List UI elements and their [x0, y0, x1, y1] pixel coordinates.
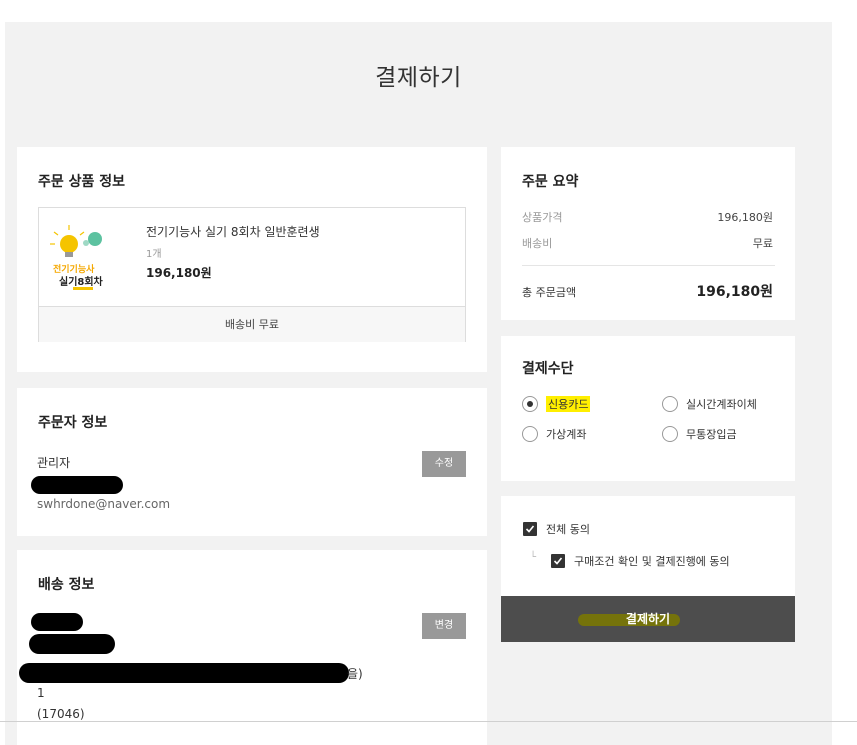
order-product-card: 주문 상품 정보 전기기능사 실기8회차 전기기능사 실기 8회차 일반훈련생 … — [17, 147, 487, 372]
agree-all-label: 전체 동의 — [546, 523, 590, 536]
radio-label: 신용카드 — [546, 396, 591, 412]
radio-bank-deposit[interactable]: 무통장입금 — [662, 425, 737, 443]
checkbox-checked-icon[interactable] — [551, 554, 565, 568]
radio-virtual-account[interactable]: 가상계좌 — [522, 425, 586, 443]
pay-button-label: 결제하기 — [625, 612, 671, 626]
agree-purchase-label: 구매조건 확인 및 결제진행에 동의 — [574, 555, 730, 568]
product-section-heading: 주문 상품 정보 — [38, 174, 126, 190]
radio-icon[interactable] — [662, 396, 678, 412]
checkbox-checked-icon[interactable] — [523, 522, 537, 536]
product-price: 196,180원 — [146, 266, 212, 280]
thumb-text-line2: 실기8회차 — [59, 277, 103, 288]
order-summary-card: 주문 요약 상품가격 196,180원 배송비 무료 총 주문금액 196,18… — [501, 147, 795, 320]
radio-selected-icon[interactable] — [522, 396, 538, 412]
orderer-name: 관리자 — [37, 456, 71, 470]
postal-code: (17046) — [37, 707, 85, 721]
product-name: 전기기능사 실기 8회차 일반훈련생 — [146, 225, 320, 239]
orderer-info-card: 주문자 정보 관리자 수정 swhrdone@naver.com — [17, 388, 487, 536]
redacted-address — [19, 663, 349, 683]
payment-method-card: 결제수단 신용카드 실시간계좌이체 가상계좌 무통장입금 — [501, 336, 795, 481]
radio-label: 실시간계좌이체 — [686, 398, 757, 411]
orderer-section-heading: 주문자 정보 — [38, 415, 108, 431]
summary-section-heading: 주문 요약 — [522, 174, 579, 190]
edit-orderer-button[interactable]: 수정 — [422, 451, 466, 477]
radio-icon[interactable] — [522, 426, 538, 442]
radio-label: 무통장입금 — [686, 428, 737, 441]
product-thumbnail: 전기기능사 실기8회차 — [49, 222, 125, 292]
orderer-email: swhrdone@naver.com — [37, 497, 171, 511]
address-suffix: 을) — [347, 667, 363, 681]
agree-purchase-checkbox[interactable]: 구매조건 확인 및 결제진행에 동의 — [551, 553, 730, 569]
product-price-label: 상품가격 — [522, 211, 563, 224]
pay-button[interactable]: 결제하기 — [501, 596, 795, 642]
payment-section-heading: 결제수단 — [522, 361, 574, 377]
viewport-bottom-border — [0, 721, 857, 722]
radio-realtime-transfer[interactable]: 실시간계좌이체 — [662, 395, 757, 413]
page-title: 결제하기 — [375, 65, 462, 91]
total-amount-label: 총 주문금액 — [522, 286, 577, 299]
thumb-underline — [73, 287, 93, 290]
product-quantity: 1개 — [146, 249, 162, 260]
address-detail: 1 — [37, 686, 45, 700]
redacted-phone — [31, 476, 123, 494]
change-delivery-button[interactable]: 변경 — [422, 613, 466, 639]
redacted-recipient — [31, 613, 83, 631]
tree-branch-icon: └ — [530, 552, 537, 563]
total-amount-value: 196,180원 — [696, 284, 773, 300]
delivery-info-card: 배송 정보 변경 을) 1 (17046) — [17, 550, 487, 745]
radio-label: 가상계좌 — [546, 428, 587, 441]
shipping-fee-label: 배송비 — [522, 237, 553, 250]
radio-credit-card[interactable]: 신용카드 — [522, 395, 591, 413]
product-shipping-fee: 배송비 무료 — [39, 306, 465, 342]
summary-divider — [522, 265, 775, 266]
delivery-section-heading: 배송 정보 — [38, 577, 95, 593]
radio-icon[interactable] — [662, 426, 678, 442]
shipping-fee-value: 무료 — [752, 237, 773, 250]
agree-all-checkbox[interactable]: 전체 동의 — [523, 521, 590, 537]
product-item-box: 전기기능사 실기8회차 전기기능사 실기 8회차 일반훈련생 1개 196,18… — [38, 207, 466, 342]
agreement-card: 전체 동의 └ 구매조건 확인 및 결제진행에 동의 — [501, 496, 795, 596]
redacted-phone — [29, 634, 115, 654]
product-price-value: 196,180원 — [717, 211, 773, 224]
